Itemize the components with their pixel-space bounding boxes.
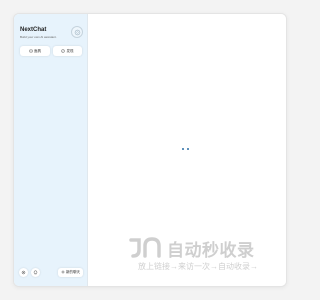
- sidebar-bottom-bar: 新的聊天: [19, 267, 83, 277]
- github-button[interactable]: [31, 267, 40, 277]
- chat-main-area: [88, 14, 286, 286]
- new-chat-button[interactable]: 新的聊天: [57, 267, 83, 277]
- app-window: NextChat Build your own AI assistant. 面具…: [13, 13, 287, 287]
- github-icon: [33, 270, 38, 274]
- settings-icon: [21, 270, 26, 274]
- brand-title: NextChat: [20, 27, 47, 33]
- sidebar-button-row: 面具 发现: [20, 46, 82, 56]
- add-icon: [60, 270, 65, 274]
- new-chat-label: 新的聊天: [66, 269, 80, 274]
- discover-icon: [61, 49, 65, 53]
- chatgpt-logo-icon: [71, 26, 83, 38]
- mask-button-label: 面具: [34, 48, 41, 53]
- loading-dot: [187, 148, 189, 150]
- settings-button[interactable]: [19, 267, 28, 277]
- loading-indicator: [182, 148, 189, 150]
- brand-subtitle: Build your own AI assistant.: [20, 35, 57, 39]
- mask-button[interactable]: 面具: [20, 46, 50, 56]
- discover-button[interactable]: 发现: [52, 46, 82, 56]
- discover-button-label: 发现: [66, 48, 74, 53]
- sidebar: NextChat Build your own AI assistant. 面具…: [14, 14, 88, 286]
- mask-icon: [28, 49, 33, 53]
- loading-dot: [182, 148, 184, 150]
